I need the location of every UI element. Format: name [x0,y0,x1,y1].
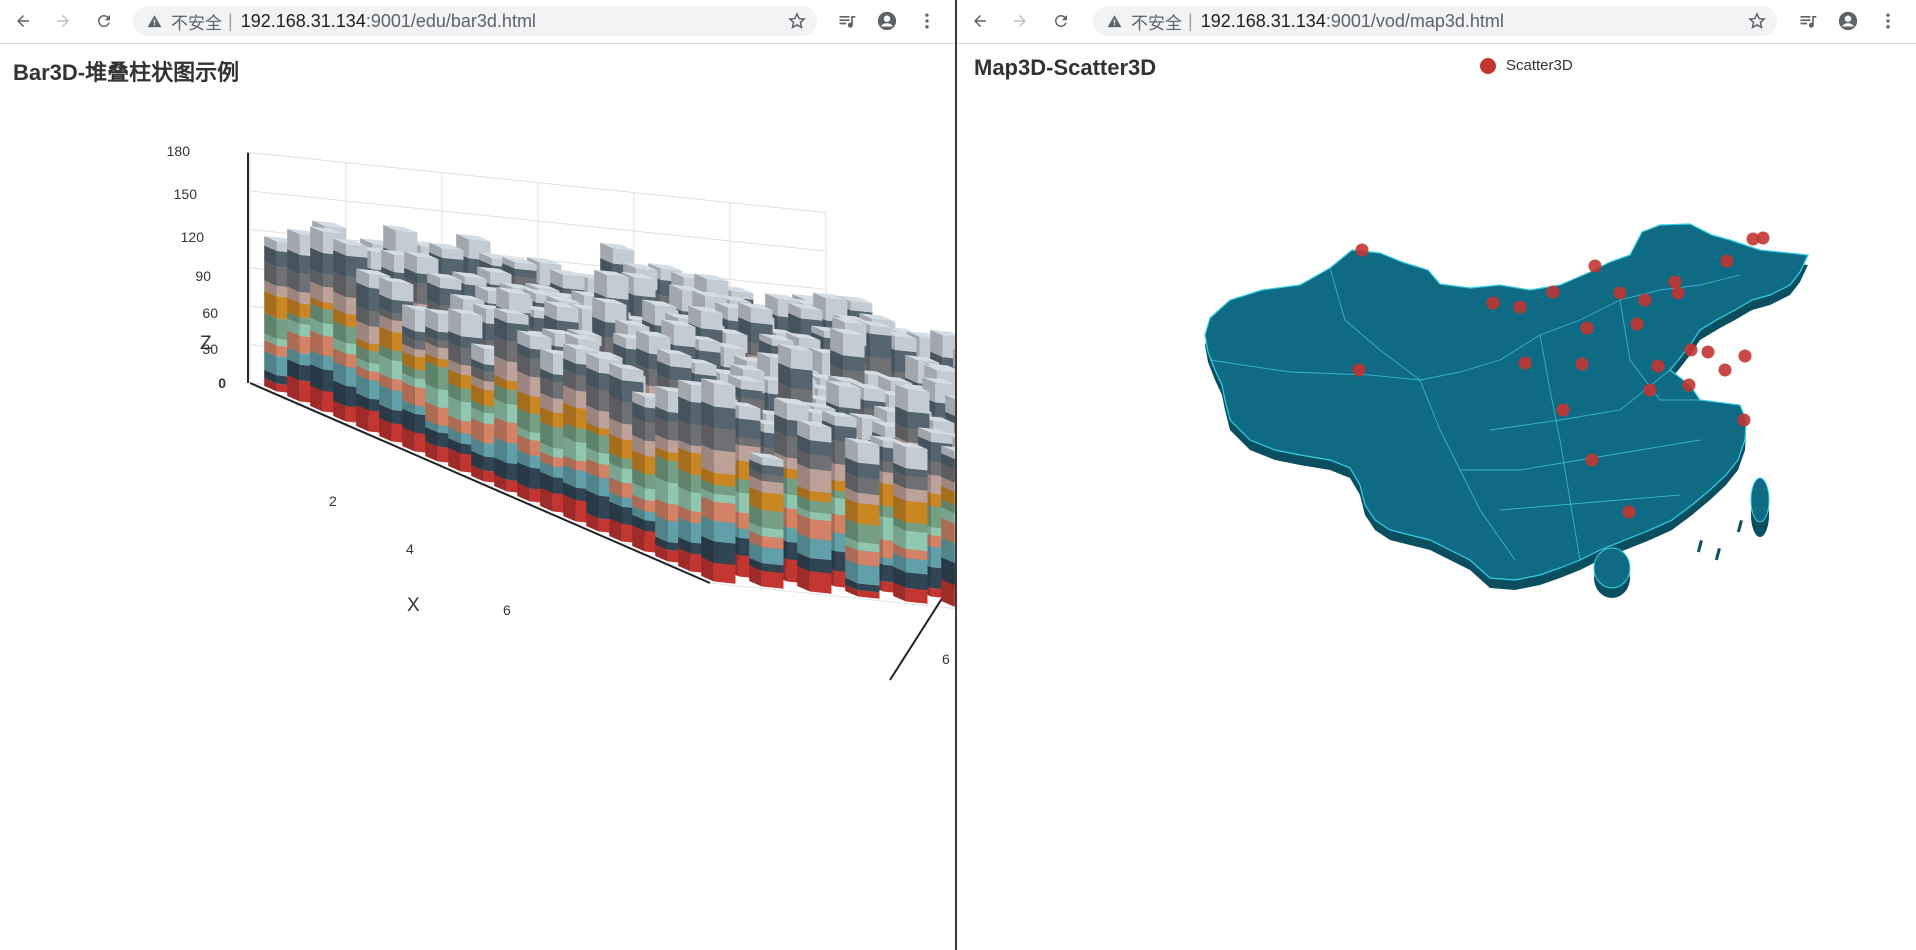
bar-segment [809,538,832,561]
z-tick-label: 120 [181,229,205,245]
bar-segment [857,443,880,465]
account-icon[interactable] [876,10,898,32]
z-tick-label: 150 [174,186,198,202]
bar-segment [905,530,928,552]
bar-segment [842,355,865,372]
bar-segment [809,571,832,594]
bar-segment [905,488,928,503]
bar-segment [905,447,928,471]
url-host: 192.168.31.134 [240,10,366,31]
y-tick-label: 6 [942,651,950,667]
address-bar[interactable]: 不安全 | 192.168.31.134 :9001/edu/bar3d.htm… [133,6,817,36]
x-axis-label: X [407,595,420,616]
reload-icon[interactable] [91,8,117,34]
z-tick-label: 0 [218,375,226,391]
bar-segment [857,477,880,496]
warning-triangle-icon [147,13,163,29]
browser-window-left: 不安全 | 192.168.31.134 :9001/edu/bar3d.htm… [0,0,955,950]
bar-segment [633,277,656,298]
z-tick-label: 90 [195,268,211,284]
bar-segment [673,324,696,348]
bar-segment [857,523,880,545]
bar-segment [786,403,809,422]
media-queue-icon[interactable] [836,10,858,32]
bar-segment [809,454,832,472]
bar-segment [809,558,832,574]
z-axis-label: Z [200,333,212,354]
x-tick-label: 4 [406,541,414,557]
bar-segment [857,503,880,526]
forward-arrow-icon[interactable] [50,8,76,34]
bar-segment [905,572,928,591]
bar-segment [857,550,880,567]
z-tick-label: 180 [167,143,191,159]
bar3d-chart[interactable]: 0306090120150180Z246X6 [0,43,955,683]
bar-segment [700,311,723,331]
bar-segment [905,500,928,525]
bar-segment [809,425,832,443]
bar-segment [562,274,585,291]
bar-segment [842,333,865,358]
bar-segment [809,518,832,541]
bar-segment [905,475,928,491]
browser-toolbar: 不安全 | 192.168.31.134 :9001/edu/bar3d.htm… [0,0,955,44]
url-separator: | [228,10,233,31]
bar-segment [905,558,928,575]
bar-segment [894,336,917,353]
bar-segment [809,440,832,457]
back-arrow-icon[interactable] [10,8,36,34]
bar-segment [556,306,579,323]
bar-segment [790,368,813,391]
bar-segment [750,307,773,325]
bar-segment [809,468,832,494]
bar-segment [809,500,832,514]
bar-segment [942,335,955,359]
bar-segment [790,349,813,371]
insecure-label: 不安全 [171,13,222,33]
url-path: :9001/edu/bar3d.html [365,10,536,31]
x-tick-label: 2 [329,493,337,509]
more-vert-icon[interactable] [916,10,938,32]
x-tick-label: 6 [503,602,511,618]
bar-segment [905,587,928,604]
bar-segment [606,275,629,300]
bar-segment [857,564,880,586]
bar3d-bars [264,220,955,607]
bar-segment [907,389,930,414]
z-tick-label: 60 [202,305,218,321]
bar-segment [838,386,861,410]
star-icon[interactable] [787,11,807,31]
bar-segment [857,462,880,480]
bar-segment [863,388,886,403]
bar-segment [869,333,892,359]
